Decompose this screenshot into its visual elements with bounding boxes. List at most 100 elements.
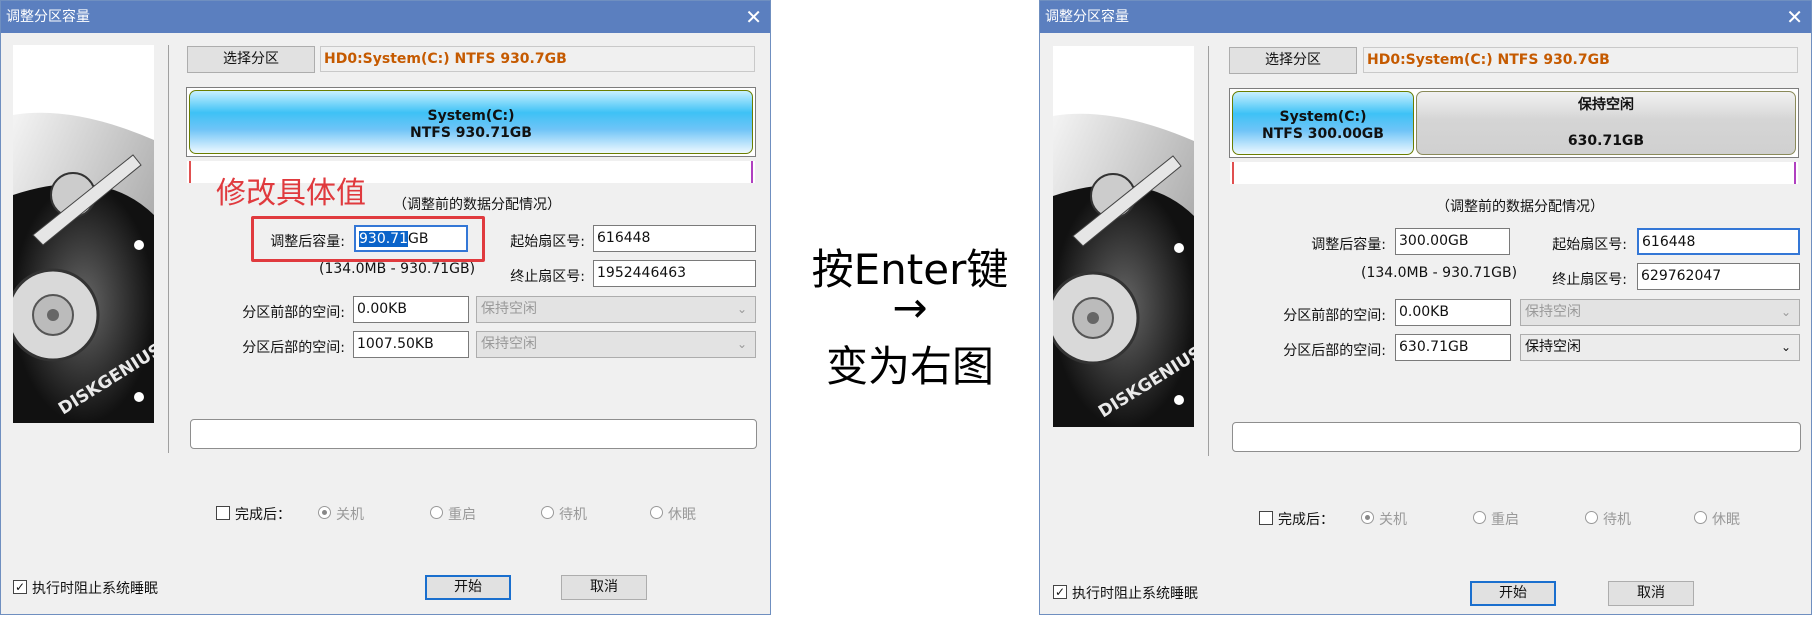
radio-standby[interactable] bbox=[541, 506, 554, 519]
diskgenius-artwork: DISKGENIUS bbox=[13, 45, 154, 423]
partition-path: HD0:System(C:) NTFS 930.7GB bbox=[1363, 47, 1798, 73]
segment-name: System(C:) bbox=[427, 108, 515, 124]
select-partition-button[interactable]: 选择分区 bbox=[1229, 47, 1357, 74]
after-space-select[interactable]: 保持空闲 ⌄ bbox=[476, 331, 756, 358]
size-range: (134.0MB - 930.71GB) bbox=[319, 261, 476, 277]
section-title: （调整前的数据分配情况） bbox=[1436, 199, 1604, 215]
end-sector-label: 终止扇区号: bbox=[510, 269, 585, 285]
partition-segment-system[interactable]: System(C:) NTFS 930.71GB bbox=[189, 90, 753, 154]
radio-restart[interactable] bbox=[1473, 511, 1486, 524]
before-space-option: 保持空闲 bbox=[481, 301, 537, 317]
segment-detail: NTFS 930.71GB bbox=[410, 125, 532, 141]
instruction-line-2: 变为右图 bbox=[825, 342, 994, 391]
before-space-select[interactable]: 保持空闲 ⌄ bbox=[1520, 299, 1800, 326]
select-partition-button[interactable]: 选择分区 bbox=[187, 46, 315, 73]
end-sector-label: 终止扇区号: bbox=[1552, 272, 1627, 288]
radio-shutdown[interactable] bbox=[318, 506, 331, 519]
section-title: （调整前的数据分配情况） bbox=[393, 197, 561, 213]
disk-map: System(C:) NTFS 930.71GB bbox=[186, 87, 756, 157]
end-marker bbox=[751, 161, 753, 183]
partition-path: HD0:System(C:) NTFS 930.7GB bbox=[320, 46, 755, 72]
end-marker bbox=[1794, 162, 1796, 184]
before-space-select[interactable]: 保持空闲 ⌄ bbox=[476, 296, 756, 323]
prevent-sleep-label: 执行时阻止系统睡眠 bbox=[1072, 586, 1198, 602]
radio-standby-label: 待机 bbox=[559, 507, 587, 523]
after-space-input[interactable]: 630.71GB bbox=[1395, 334, 1511, 361]
annotation-edit-value: 修改具体值 bbox=[216, 176, 366, 211]
disk-map: System(C:) NTFS 300.00GB 保持空闲 630.71GB bbox=[1229, 88, 1799, 158]
before-space-label: 分区前部的空间: bbox=[242, 305, 345, 321]
chevron-down-icon: ⌄ bbox=[1780, 305, 1791, 319]
segment-detail: 630.71GB bbox=[1567, 133, 1645, 149]
before-space-label: 分区前部的空间: bbox=[1283, 308, 1386, 324]
after-complete-label: 完成后： bbox=[1278, 512, 1334, 528]
segment-name: 保持空闲 bbox=[1578, 97, 1634, 113]
start-button[interactable]: 开始 bbox=[1470, 581, 1556, 606]
partition-segment-system[interactable]: System(C:) NTFS 300.00GB bbox=[1232, 91, 1414, 155]
start-sector-input[interactable]: 616448 bbox=[1637, 228, 1800, 255]
radio-shutdown-label: 关机 bbox=[336, 507, 364, 523]
progress-bar bbox=[1232, 422, 1801, 452]
after-complete-checkbox[interactable] bbox=[1259, 511, 1273, 525]
diskgenius-artwork: DISKGENIUS bbox=[1053, 46, 1194, 427]
start-button[interactable]: 开始 bbox=[425, 575, 511, 600]
dialog-titlebar: 调整分区容量 ✕ bbox=[1, 1, 770, 33]
before-space-input[interactable]: 0.00KB bbox=[1395, 299, 1511, 326]
chevron-down-icon: ⌄ bbox=[1780, 340, 1791, 354]
after-complete-checkbox[interactable] bbox=[216, 506, 230, 520]
radio-hibernate[interactable] bbox=[1694, 511, 1707, 524]
sector-strip bbox=[1230, 162, 1798, 184]
dialog-title: 调整分区容量 bbox=[1045, 9, 1129, 25]
segment-detail: NTFS 300.00GB bbox=[1262, 126, 1384, 142]
prevent-sleep-checkbox[interactable]: ✓ bbox=[1053, 585, 1067, 599]
prevent-sleep-label: 执行时阻止系统睡眠 bbox=[32, 581, 158, 597]
resize-dialog-after: 调整分区容量 ✕ DISKGENIUS 选择分区 HD0:System(C:) … bbox=[1039, 0, 1812, 615]
size-label: 调整后容量: bbox=[270, 234, 345, 250]
segment-name: System(C:) bbox=[1279, 109, 1367, 125]
start-marker bbox=[1232, 162, 1234, 184]
after-space-input[interactable]: 1007.50KB bbox=[353, 331, 469, 358]
size-unit-text: GB bbox=[408, 231, 429, 247]
chevron-down-icon: ⌄ bbox=[736, 302, 747, 316]
divider bbox=[1208, 46, 1209, 456]
divider bbox=[168, 45, 169, 453]
start-sector-label: 起始扇区号: bbox=[510, 234, 585, 250]
before-space-option: 保持空闲 bbox=[1525, 304, 1581, 320]
size-input[interactable]: 930.71GB bbox=[354, 225, 468, 252]
cancel-button[interactable]: 取消 bbox=[1608, 581, 1694, 606]
after-space-label: 分区后部的空间: bbox=[1283, 343, 1386, 359]
radio-shutdown-label: 关机 bbox=[1379, 512, 1407, 528]
end-sector-input[interactable]: 629762047 bbox=[1637, 263, 1800, 290]
progress-bar bbox=[190, 419, 757, 449]
end-sector-input[interactable]: 1952446463 bbox=[593, 260, 756, 287]
radio-restart[interactable] bbox=[430, 506, 443, 519]
radio-restart-label: 重启 bbox=[448, 507, 476, 523]
cancel-button[interactable]: 取消 bbox=[561, 575, 647, 600]
dialog-titlebar: 调整分区容量 ✕ bbox=[1040, 1, 1811, 33]
after-space-label: 分区后部的空间: bbox=[242, 340, 345, 356]
after-space-select[interactable]: 保持空闲 ⌄ bbox=[1520, 334, 1800, 361]
radio-hibernate[interactable] bbox=[650, 506, 663, 519]
radio-standby[interactable] bbox=[1585, 511, 1598, 524]
size-range: (134.0MB - 930.71GB) bbox=[1361, 265, 1518, 281]
after-space-option: 保持空闲 bbox=[481, 336, 537, 352]
chevron-down-icon: ⌄ bbox=[736, 337, 747, 351]
after-complete-label: 完成后： bbox=[235, 507, 291, 523]
resize-dialog-before: 调整分区容量 ✕ DISKGENIUS 选择分区 HD0:System(C:) … bbox=[0, 0, 771, 615]
instruction-arrow: → bbox=[892, 283, 928, 332]
before-space-input[interactable]: 0.00KB bbox=[353, 296, 469, 323]
start-sector-input[interactable]: 616448 bbox=[593, 225, 756, 252]
partition-segment-free[interactable]: 保持空闲 630.71GB bbox=[1416, 91, 1796, 155]
radio-shutdown[interactable] bbox=[1361, 511, 1374, 524]
radio-hibernate-label: 休眠 bbox=[668, 507, 696, 523]
start-sector-label: 起始扇区号: bbox=[1552, 237, 1627, 253]
size-input[interactable]: 300.00GB bbox=[1395, 228, 1510, 255]
radio-standby-label: 待机 bbox=[1603, 512, 1631, 528]
close-icon[interactable]: ✕ bbox=[745, 1, 762, 33]
radio-hibernate-label: 休眠 bbox=[1712, 512, 1740, 528]
prevent-sleep-checkbox[interactable]: ✓ bbox=[13, 580, 27, 594]
dialog-title: 调整分区容量 bbox=[6, 9, 90, 25]
start-marker bbox=[189, 161, 191, 183]
close-icon[interactable]: ✕ bbox=[1786, 1, 1803, 33]
radio-restart-label: 重启 bbox=[1491, 512, 1519, 528]
